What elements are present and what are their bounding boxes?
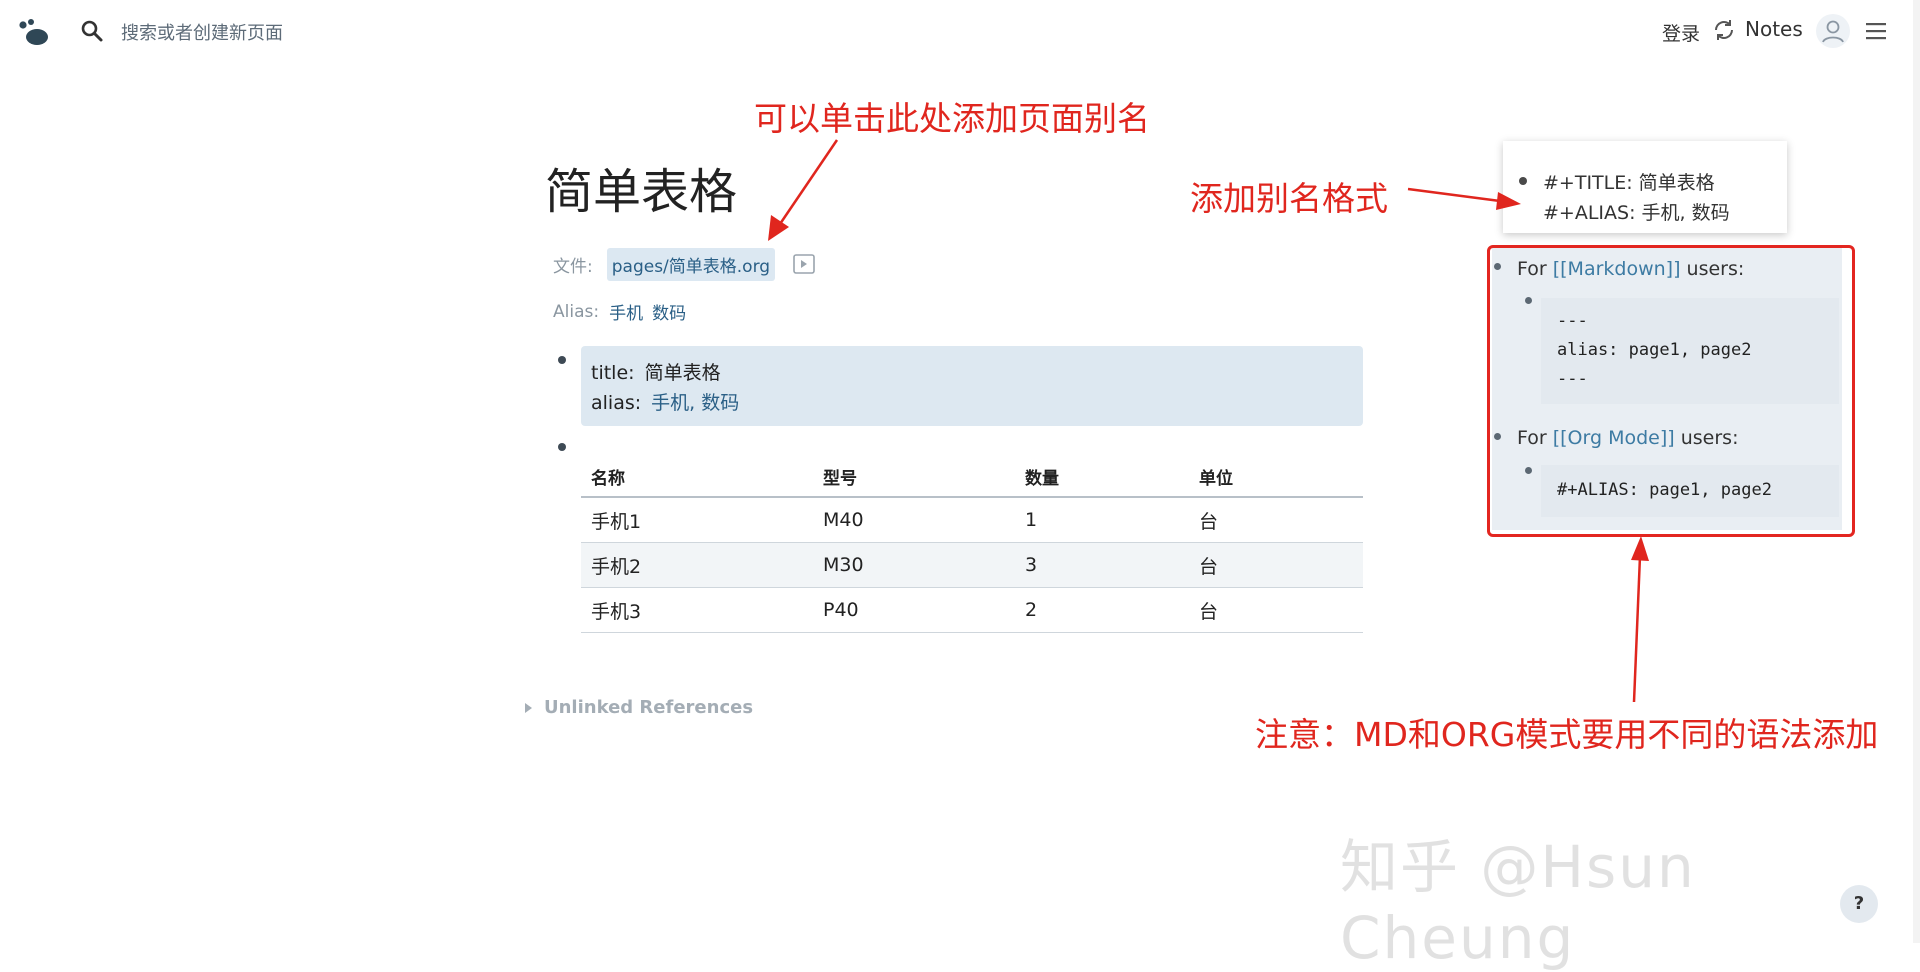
help-button[interactable]: ? xyxy=(1840,885,1878,923)
arrow-to-docs-box xyxy=(1631,536,1649,703)
annotation-arrows xyxy=(768,139,1649,703)
scrollbar[interactable] xyxy=(1913,0,1920,943)
arrow-to-editing-popup xyxy=(1407,187,1521,210)
arrow-to-file-link xyxy=(768,139,839,241)
watermark: 知乎 @Hsun Cheung xyxy=(1340,833,1696,972)
